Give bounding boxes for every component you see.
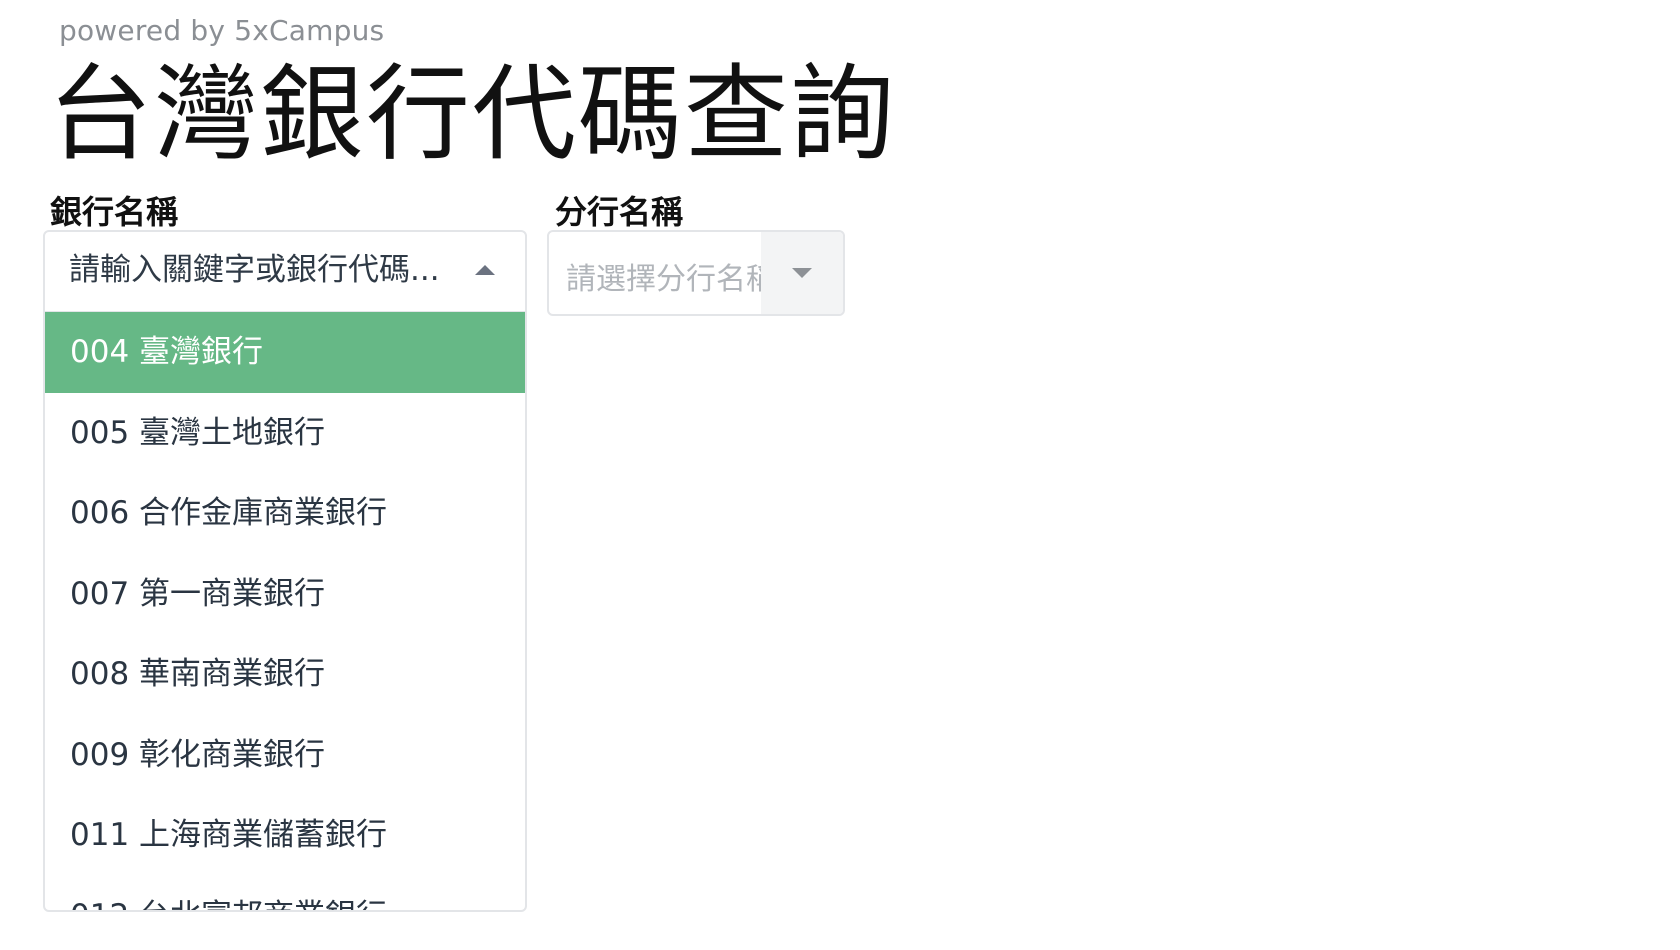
caret-up-icon[interactable] [475,265,495,275]
branch-name-label: 分行名稱 [555,193,684,231]
bank-option[interactable]: 006 合作金庫商業銀行 [45,473,525,554]
powered-by-text: powered by 5xCampus [59,14,385,47]
branch-dropdown-toggle[interactable] [761,232,843,314]
branch-placeholder: 請選擇分行名稱 [566,262,776,297]
bank-option[interactable]: 008 華南商業銀行 [45,634,525,715]
bank-option[interactable]: 011 上海商業儲蓄銀行 [45,795,525,876]
bank-option[interactable]: 005 臺灣土地銀行 [45,393,525,474]
bank-option[interactable]: 007 第一商業銀行 [45,554,525,635]
page-title: 台灣銀行代碼查詢 [48,53,897,175]
branch-combobox[interactable]: 請選擇分行名稱 [547,230,845,316]
bank-combobox[interactable]: 004 臺灣銀行 005 臺灣土地銀行 006 合作金庫商業銀行 007 第一商… [43,230,527,912]
bank-search-input[interactable] [69,248,469,292]
bank-option[interactable]: 009 彰化商業銀行 [45,715,525,796]
bank-option[interactable]: 004 臺灣銀行 [45,312,525,393]
bank-input-row[interactable] [45,232,525,312]
bank-option[interactable]: 012 台北富邦商業銀行 [45,876,525,911]
bank-options-list[interactable]: 004 臺灣銀行 005 臺灣土地銀行 006 合作金庫商業銀行 007 第一商… [45,312,525,911]
caret-down-icon [792,268,812,278]
bank-name-label: 銀行名稱 [50,193,179,231]
